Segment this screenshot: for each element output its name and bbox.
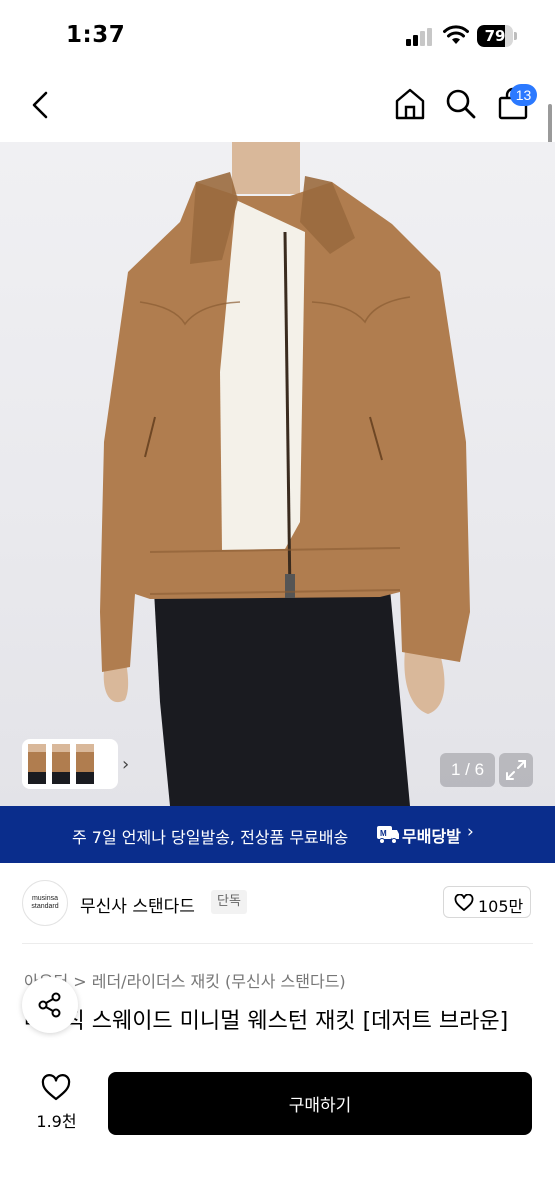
brand-logo-line2: standard bbox=[31, 903, 59, 910]
delivery-banner[interactable]: 주 7일 언제나 당일발송, 전상품 무료배송 M 무배당발 › bbox=[0, 806, 555, 863]
wishlist-count: 1.9천 bbox=[36, 1112, 77, 1131]
product-image-gallery[interactable]: › 1 / 6 bbox=[0, 142, 555, 806]
brand-like-button[interactable]: 105만 bbox=[443, 886, 531, 918]
delivery-truck-icon: M bbox=[377, 826, 399, 844]
status-time: 1:37 bbox=[66, 22, 126, 48]
cart-count-badge: 13 bbox=[510, 84, 537, 106]
brand-name[interactable]: 무신사 스탠다드 bbox=[80, 892, 195, 917]
expand-button[interactable] bbox=[499, 753, 533, 787]
status-bar: 1:37 79 bbox=[0, 0, 555, 70]
wifi-icon bbox=[443, 25, 469, 44]
signal-icon bbox=[406, 28, 432, 46]
product-title: 베이직 스웨이드 미니멀 웨스턴 재킷 [데저트 브라운] bbox=[24, 1009, 509, 1034]
banner-logo-text: 무배당발 bbox=[402, 827, 461, 846]
chevron-right-icon: › bbox=[467, 822, 474, 842]
share-button[interactable] bbox=[22, 977, 78, 1033]
thumbnail-3[interactable] bbox=[76, 744, 94, 784]
heart-icon[interactable] bbox=[40, 1074, 72, 1102]
banner-text: 주 7일 언제나 당일발송, 전상품 무료배송 bbox=[72, 828, 349, 847]
brand-like-count: 105만 bbox=[478, 897, 524, 916]
share-icon bbox=[38, 992, 61, 1018]
chevron-right-icon[interactable]: › bbox=[122, 754, 129, 775]
expand-icon bbox=[506, 760, 526, 780]
top-nav: 13 bbox=[0, 70, 555, 142]
divider bbox=[22, 943, 533, 944]
image-counter: 1 / 6 bbox=[440, 753, 495, 787]
battery-icon: 79 bbox=[477, 25, 517, 47]
home-icon[interactable] bbox=[393, 87, 427, 121]
thumbnail-2[interactable] bbox=[52, 744, 70, 784]
buy-button[interactable]: 구매하기 bbox=[108, 1072, 532, 1135]
svg-text:M: M bbox=[380, 829, 387, 838]
battery-level: 79 bbox=[484, 27, 506, 45]
thumbnail-strip[interactable]: › bbox=[22, 739, 129, 789]
brand-logo-line1: musinsa bbox=[31, 895, 59, 902]
exclusive-tag: 단독 bbox=[211, 890, 247, 914]
bottom-action-bar: 1.9천 구매하기 bbox=[0, 1056, 555, 1200]
search-icon[interactable] bbox=[445, 87, 477, 121]
thumbnail-1[interactable] bbox=[28, 744, 46, 784]
back-icon[interactable] bbox=[28, 90, 54, 120]
heart-icon bbox=[454, 894, 474, 911]
product-photo bbox=[100, 142, 470, 806]
brand-logo[interactable]: musinsa standard bbox=[22, 880, 68, 926]
